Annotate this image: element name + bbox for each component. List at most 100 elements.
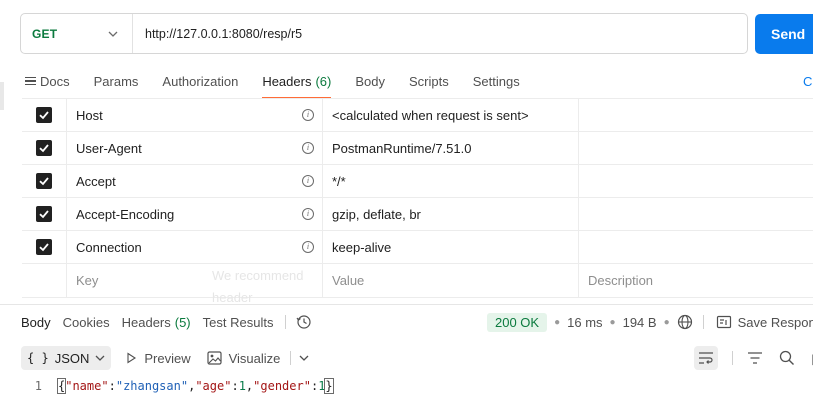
scroll-indicator — [0, 82, 4, 110]
header-value: gzip, deflate, br — [332, 206, 421, 222]
search-icon[interactable] — [779, 350, 795, 366]
tab-label: Docs — [40, 73, 70, 89]
header-description-cell[interactable] — [579, 99, 813, 131]
filter-icon[interactable] — [747, 351, 763, 365]
header-value: <calculated when request is sent> — [332, 107, 529, 123]
line-number: 1 — [34, 379, 42, 393]
preview-label: Preview — [144, 350, 191, 366]
json-value: "zhangsan" — [115, 379, 189, 393]
header-value-cell[interactable]: PostmanRuntime/7.51.0 — [323, 132, 579, 164]
info-icon[interactable]: i — [302, 142, 314, 154]
chevron-down-icon — [95, 355, 105, 361]
chevron-down-icon[interactable] — [299, 353, 309, 363]
header-description-cell[interactable] — [579, 231, 813, 263]
table-row: Accept-Encoding i gzip, deflate, br — [22, 198, 813, 231]
row-checkbox-cell — [22, 264, 67, 297]
header-key-cell[interactable]: User-Agent i — [67, 132, 323, 164]
header-key-cell[interactable]: Host i — [67, 99, 323, 131]
tab-label: Params — [93, 73, 139, 89]
status-badge[interactable]: 200 OK — [487, 312, 548, 332]
new-header-row: Key Value Description — [22, 264, 813, 298]
visualize-button[interactable]: Visualize — [207, 351, 317, 366]
info-icon[interactable]: i — [302, 109, 314, 121]
cookies-link[interactable]: C — [803, 74, 812, 89]
tab-label: Settings — [472, 73, 520, 89]
globe-icon[interactable] — [677, 314, 693, 330]
new-key-input[interactable]: Key — [67, 264, 323, 297]
header-key-cell[interactable]: Accept-Encoding i — [67, 198, 323, 230]
tab-scripts[interactable]: Scripts — [409, 66, 449, 96]
row-checkbox-cell — [22, 99, 67, 131]
header-key-cell[interactable]: Accept i — [67, 165, 323, 197]
tab-label: Body — [355, 73, 385, 89]
response-time[interactable]: 16 ms — [567, 315, 602, 330]
checkbox-checked-icon[interactable] — [36, 206, 52, 222]
json-colon: : — [231, 379, 239, 393]
json-content: {"name":"zhangsan","age":1,"gender":1} — [56, 378, 334, 394]
row-checkbox-cell — [22, 132, 67, 164]
save-icon[interactable] — [716, 314, 732, 330]
tab-docs[interactable]: Docs — [25, 66, 70, 96]
tab-count: (6) — [315, 73, 332, 89]
tab-label: Body — [21, 314, 51, 330]
url-input[interactable]: http://127.0.0.1:8080/resp/r5 — [133, 27, 302, 41]
tab-body[interactable]: Body — [355, 66, 385, 96]
tab-label: Scripts — [408, 73, 449, 89]
response-divider — [0, 304, 813, 305]
response-tab-test-results[interactable]: Test Results — [203, 310, 274, 334]
history-icon[interactable] — [296, 314, 312, 330]
json-value: 1 — [238, 379, 246, 393]
divider — [290, 351, 292, 365]
response-body-line[interactable]: 1 {"name":"zhangsan","age":1,"gender":1} — [0, 376, 813, 396]
tab-settings[interactable]: Settings — [473, 66, 520, 96]
header-value-cell[interactable]: keep-alive — [323, 231, 579, 263]
preview-button[interactable]: Preview — [125, 350, 191, 366]
send-button[interactable]: Send — [755, 14, 813, 54]
docs-icon — [25, 75, 36, 88]
image-icon — [207, 351, 222, 365]
header-value-cell[interactable]: gzip, deflate, br — [323, 198, 579, 230]
header-value-cell[interactable]: <calculated when request is sent> — [323, 99, 579, 131]
checkbox-checked-icon[interactable] — [36, 107, 52, 123]
info-icon[interactable]: i — [302, 175, 314, 187]
method-select[interactable]: GET — [21, 14, 133, 53]
row-checkbox-cell — [22, 198, 67, 230]
header-value-cell[interactable]: */* — [323, 165, 579, 197]
response-tab-headers[interactable]: Headers (5) — [122, 310, 191, 334]
new-description-input[interactable]: Description — [579, 264, 813, 297]
tab-authorization[interactable]: Authorization — [162, 66, 238, 96]
header-description-cell[interactable] — [579, 165, 813, 197]
format-select[interactable]: { } JSON — [21, 346, 112, 370]
header-description-cell[interactable] — [579, 198, 813, 230]
header-description-cell[interactable] — [579, 132, 813, 164]
wrap-lines-button[interactable] — [694, 346, 718, 370]
table-row: Accept i */* — [22, 165, 813, 198]
request-tabs: Docs Params Authorization Headers (6) Bo… — [25, 66, 544, 99]
row-checkbox-cell — [22, 165, 67, 197]
info-icon[interactable]: i — [302, 208, 314, 220]
format-label: JSON — [54, 350, 90, 366]
tab-params[interactable]: Params — [94, 66, 139, 96]
response-tab-body[interactable]: Body — [21, 310, 51, 334]
header-value: */* — [332, 173, 346, 189]
divider — [732, 351, 733, 365]
tab-label: Authorization — [162, 73, 239, 89]
response-tab-cookies[interactable]: Cookies — [63, 310, 110, 334]
response-tabs: Body Cookies Headers (5) Test Results — [21, 310, 312, 334]
checkbox-checked-icon[interactable] — [36, 239, 52, 255]
json-key: "gender" — [253, 379, 311, 393]
response-size[interactable]: 194 B — [623, 315, 657, 330]
url-bar: GET http://127.0.0.1:8080/resp/r5 — [20, 13, 748, 54]
value-placeholder: Value — [332, 273, 365, 288]
checkbox-checked-icon[interactable] — [36, 173, 52, 189]
response-toolbar: { } JSON Preview Visualize — [21, 344, 332, 372]
json-key: "age" — [195, 379, 232, 393]
info-icon[interactable]: i — [302, 241, 314, 253]
header-key-cell[interactable]: Connection i — [67, 231, 323, 263]
new-value-input[interactable]: Value — [323, 264, 579, 297]
table-row: Host i <calculated when request is sent> — [22, 99, 813, 132]
checkbox-checked-icon[interactable] — [36, 140, 52, 156]
tab-headers[interactable]: Headers (6) — [262, 66, 332, 99]
save-response-button[interactable]: Save Respons — [738, 315, 813, 330]
tab-label: Test Results — [202, 314, 274, 330]
